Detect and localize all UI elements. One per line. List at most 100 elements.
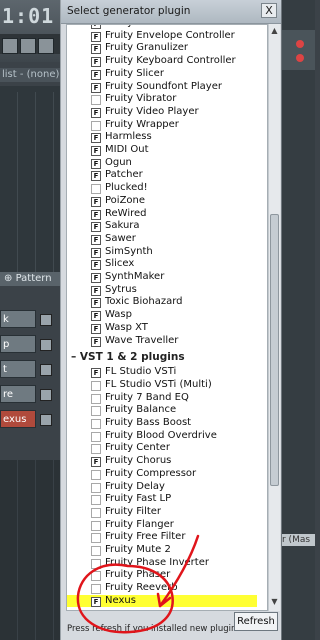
favorite-checkbox[interactable]: F [91, 133, 101, 144]
plugin-item[interactable]: F Fruity Soundfont Player [67, 81, 257, 94]
plugin-item[interactable]: Fruity Balance [67, 404, 257, 417]
plugin-item[interactable]: F SimSynth [67, 246, 257, 259]
plugin-item[interactable]: Fruity Bass Boost [67, 417, 257, 430]
plugin-item[interactable]: F Toxic Biohazard [67, 296, 257, 309]
plugin-item[interactable]: F ReWired [67, 208, 257, 221]
favorite-checkbox[interactable] [91, 393, 101, 404]
plugin-list-scrollbar[interactable]: ▲ ▼ [268, 24, 280, 611]
favorite-checkbox[interactable]: F [91, 260, 101, 271]
favorite-checkbox[interactable]: F [91, 298, 101, 309]
favorite-checkbox[interactable]: F [91, 596, 101, 607]
favorite-checkbox[interactable]: F [91, 285, 101, 296]
plugin-item[interactable]: F Fruity Envelope Controller [67, 30, 257, 43]
channel-led-2[interactable] [40, 339, 52, 351]
stop-button[interactable] [2, 38, 18, 54]
channel-button-5[interactable]: exus [0, 410, 36, 428]
favorite-checkbox[interactable] [91, 469, 101, 480]
plugin-item[interactable]: Fruity 7 Band EQ [67, 392, 257, 405]
favorite-checkbox[interactable]: F [91, 323, 101, 334]
scroll-up-icon[interactable]: ▲ [270, 26, 279, 36]
plugin-item[interactable]: Fruity Free Filter [67, 531, 257, 544]
vst-section-header[interactable]: – VST 1 & 2 plugins [71, 350, 185, 364]
favorite-checkbox[interactable]: F [91, 158, 101, 169]
favorite-checkbox[interactable] [91, 184, 101, 195]
plugin-item[interactable]: Fruity Flanger [67, 519, 257, 532]
favorite-checkbox[interactable] [91, 406, 101, 417]
plugin-item[interactable]: Fruity Blood Overdrive [67, 430, 257, 443]
plugin-item[interactable]: F Wasp [67, 309, 257, 322]
plugin-item[interactable]: F Harmless [67, 131, 257, 144]
favorite-checkbox[interactable] [91, 533, 101, 544]
favorite-checkbox[interactable] [91, 495, 101, 506]
favorite-checkbox[interactable]: F [91, 247, 101, 258]
collapse-icon[interactable]: – [71, 351, 80, 363]
favorite-checkbox[interactable] [91, 571, 101, 582]
close-button[interactable]: X [261, 3, 277, 18]
plugin-item[interactable]: Fruity Delay [67, 481, 257, 494]
channel-button-2[interactable]: p [0, 335, 36, 353]
plugin-item[interactable]: Fruity Reeverb [67, 582, 257, 595]
favorite-checkbox[interactable]: F [91, 222, 101, 233]
plugin-item[interactable]: F Fruity Video Player [67, 106, 257, 119]
channel-button-1[interactable]: k [0, 310, 36, 328]
plugin-item[interactable]: Fruity Compressor [67, 468, 257, 481]
plugin-item[interactable]: FL Studio VSTi (Multi) [67, 379, 257, 392]
plugin-item[interactable]: Fruity Phaser [67, 569, 257, 582]
plugin-item[interactable]: F SynthMaker [67, 271, 257, 284]
favorite-checkbox[interactable] [91, 120, 101, 131]
plugin-item[interactable]: F Sytrus [67, 284, 257, 297]
favorite-checkbox[interactable]: F [91, 209, 101, 220]
favorite-checkbox[interactable] [91, 546, 101, 556]
plugin-item[interactable]: F Patcher [67, 169, 257, 182]
favorite-checkbox[interactable]: F [91, 311, 101, 322]
plugin-item[interactable]: F PoiZone [67, 195, 257, 208]
pattern-mode-button[interactable] [38, 38, 54, 54]
favorite-checkbox[interactable]: F [91, 336, 101, 347]
plugin-item[interactable]: F FL Studio VSTi [67, 366, 257, 379]
channel-led-3[interactable] [40, 364, 52, 376]
plugin-item[interactable]: Fruity Center [67, 442, 257, 455]
plugin-item[interactable]: F Wasp XT [67, 322, 257, 335]
plugin-item[interactable]: F Fruity Keyboard Controller [67, 55, 257, 68]
plugin-item[interactable]: F Slicex [67, 258, 257, 271]
plugin-item[interactable]: F Ogun [67, 157, 257, 170]
plugin-list[interactable]: FFruity DX10FFruity Envelope ControllerF… [66, 24, 268, 611]
plugin-item[interactable]: Fruity Wrapper [67, 119, 257, 132]
plugin-item[interactable]: Fruity Mute 2 [67, 544, 257, 557]
scroll-down-icon[interactable]: ▼ [270, 597, 279, 607]
channel-led-5[interactable] [40, 414, 52, 426]
favorite-checkbox[interactable]: F [91, 273, 101, 283]
favorite-checkbox[interactable]: F [91, 171, 101, 182]
channel-button-3[interactable]: t [0, 360, 36, 378]
favorite-checkbox[interactable] [91, 380, 101, 391]
favorite-checkbox[interactable]: F [91, 107, 101, 118]
favorite-checkbox[interactable]: F [91, 82, 101, 93]
plugin-item[interactable]: Fruity Vibrator [67, 93, 257, 106]
favorite-checkbox[interactable]: F [91, 234, 101, 245]
right-led-2[interactable] [296, 54, 304, 62]
favorite-checkbox[interactable] [91, 520, 101, 531]
favorite-checkbox[interactable]: F [91, 146, 101, 156]
favorite-checkbox[interactable] [91, 95, 101, 106]
favorite-checkbox[interactable]: F [91, 44, 101, 55]
favorite-checkbox[interactable] [91, 419, 101, 429]
scrollbar-thumb[interactable] [270, 214, 279, 486]
favorite-checkbox[interactable]: F [91, 368, 101, 379]
refresh-button[interactable]: Refresh [234, 612, 278, 631]
pattern-selector[interactable]: ⊕ Pattern [0, 272, 64, 286]
favorite-checkbox[interactable] [91, 558, 101, 569]
favorite-checkbox[interactable]: F [91, 69, 101, 80]
plugin-item[interactable]: Fruity Phase Inverter [67, 557, 257, 570]
plugin-item[interactable]: Fruity Fast LP [67, 493, 257, 506]
channel-button-4[interactable]: re [0, 385, 36, 403]
favorite-checkbox[interactable] [91, 444, 101, 455]
plugin-item[interactable]: F Fruity Granulizer [67, 42, 257, 55]
plugin-item[interactable]: F MIDI Out [67, 144, 257, 157]
favorite-checkbox[interactable]: F [91, 25, 101, 29]
channel-led-4[interactable] [40, 389, 52, 401]
favorite-checkbox[interactable] [91, 507, 101, 518]
plugin-item[interactable]: F Sawer [67, 233, 257, 246]
plugin-item[interactable]: F Wave Traveller [67, 335, 257, 348]
favorite-checkbox[interactable]: F [91, 31, 101, 42]
plugin-item[interactable]: F Sakura [67, 220, 257, 233]
